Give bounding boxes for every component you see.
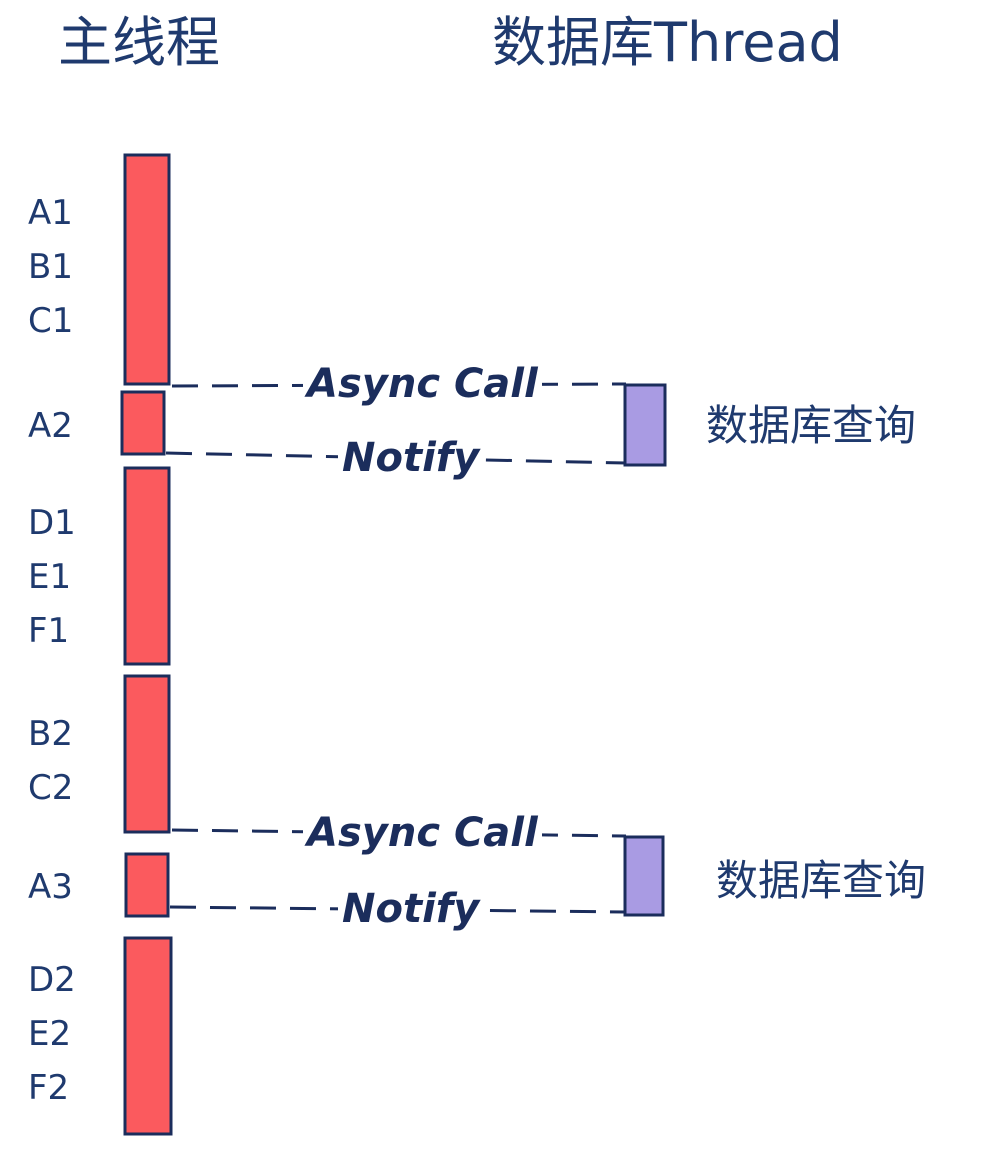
db-block-1 [623,383,667,467]
notify-label: Notify [338,434,484,482]
main-block-4 [123,674,171,834]
db-block-2 [623,835,665,917]
task-label: B2 [28,714,73,754]
task-label: D2 [28,960,76,1000]
task-label: C2 [28,768,74,808]
task-label: A1 [28,193,73,233]
task-label: D1 [28,503,76,543]
diagram: 主线程 数据库Thread A1 B1 C1 A2 D1 E1 F1 B2 C2… [0,0,990,1160]
async-call-label: Async Call [303,360,542,408]
task-label: F2 [28,1068,70,1108]
main-block-1 [123,153,171,386]
task-label: E1 [28,557,72,597]
task-label: F1 [28,611,70,651]
notify-label: Notify [338,885,484,933]
task-label: E2 [28,1014,72,1054]
timeline-graphic [120,153,667,1136]
main-block-5 [124,852,170,918]
db-query-label: 数据库查询 [706,401,917,450]
task-label: A2 [28,406,73,446]
task-label: A3 [28,867,73,907]
task-label: B1 [28,247,73,287]
task-label: C1 [28,301,74,341]
main-block-2 [120,390,166,456]
main-block-6 [123,936,173,1136]
async-call-label: Async Call [303,809,542,857]
db-query-label: 数据库查询 [716,856,927,905]
main-block-3 [123,466,171,666]
